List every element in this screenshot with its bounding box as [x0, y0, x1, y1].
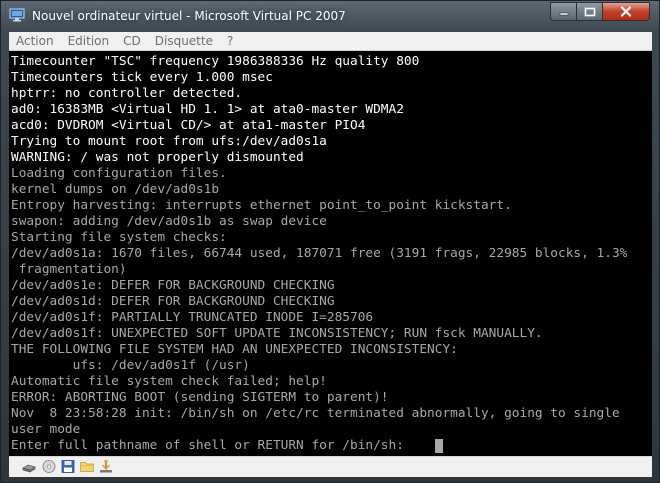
console-line: Starting file system checks:: [11, 230, 227, 245]
console-line: Timecounter "TSC" frequency 1986388336 H…: [11, 54, 420, 69]
text-cursor: [435, 439, 443, 453]
menu-disquette[interactable]: Disquette: [148, 32, 220, 50]
minimize-icon: [559, 12, 568, 15]
menu-bar: Action Edition CD Disquette ?: [9, 32, 652, 51]
close-button[interactable]: [602, 2, 650, 21]
virtual-pc-icon: [9, 8, 25, 22]
console-line: Trying to mount root from ufs:/dev/ad0s1…: [11, 134, 327, 149]
cd-drive-icon[interactable]: [41, 459, 57, 474]
console-line: ERROR: ABORTING BOOT (sending SIGTERM to…: [11, 390, 389, 405]
console-line: Loading configuration files.: [11, 166, 227, 181]
console-line: ad0: 16383MB <Virtual HD 1. 1> at ata0-m…: [11, 102, 404, 117]
console-line: /dev/ad0s1a: 1670 files, 66744 used, 187…: [11, 246, 628, 261]
console-line: kernel dumps on /dev/ad0s1b: [11, 182, 220, 197]
console-line: fragmentation): [11, 262, 127, 277]
vm-console-screen[interactable]: Timecounter "TSC" frequency 1986388336 H…: [9, 51, 652, 456]
window-title: Nouvel ordinateur virtuel - Microsoft Vi…: [32, 9, 346, 23]
minimize-button[interactable]: [550, 2, 577, 21]
maximize-button[interactable]: [576, 2, 603, 21]
console-line: /dev/ad0s1f: PARTIALLY TRUNCATED INODE I…: [11, 310, 374, 325]
console-line: /dev/ad0s1d: DEFER FOR BACKGROUND CHECKI…: [11, 294, 335, 309]
menu-cd[interactable]: CD: [116, 32, 148, 50]
menu-action[interactable]: Action: [9, 32, 61, 50]
console-line: WARNING: / was not properly dismounted: [11, 150, 304, 165]
hard-disk-icon[interactable]: [21, 459, 37, 474]
console-line: Entropy harvesting: interrupts ethernet …: [11, 198, 512, 213]
console-line: Timecounters tick every 1.000 msec: [11, 70, 273, 85]
shared-folder-icon[interactable]: [79, 459, 95, 474]
console-line: hptrr: no controller detected.: [11, 86, 243, 101]
floppy-disk-icon[interactable]: [60, 459, 76, 474]
maximize-icon: [584, 7, 595, 16]
console-line: /dev/ad0s1f: UNEXPECTED SOFT UPDATE INCO…: [11, 326, 543, 341]
console-line: user mode: [11, 422, 81, 437]
vpc-window: Nouvel ordinateur virtuel - Microsoft Vi…: [0, 0, 660, 483]
menu-edition[interactable]: Edition: [61, 32, 117, 50]
console-line: Nov 8 23:58:28 init: /bin/sh on /etc/rc …: [11, 406, 620, 421]
console-line: Enter full pathname of shell or RETURN f…: [11, 438, 412, 453]
network-adapter-icon[interactable]: [98, 459, 114, 474]
console-line: /dev/ad0s1e: DEFER FOR BACKGROUND CHECKI…: [11, 278, 335, 293]
console-line: swapon: adding /dev/ad0s1b as swap devic…: [11, 214, 327, 229]
menu-help[interactable]: ?: [220, 32, 240, 50]
console-line: THE FOLLOWING FILE SYSTEM HAD AN UNEXPEC…: [11, 342, 458, 357]
console-line: ufs: /dev/ad0s1f (/usr): [11, 358, 250, 373]
console-line: acd0: DVDROM <Virtual CD/> at ata1-maste…: [11, 118, 366, 133]
console-line: Automatic file system check failed; help…: [11, 374, 327, 389]
title-bar[interactable]: Nouvel ordinateur virtuel - Microsoft Vi…: [1, 1, 659, 31]
close-icon: [620, 6, 632, 17]
status-bar: [9, 456, 652, 477]
